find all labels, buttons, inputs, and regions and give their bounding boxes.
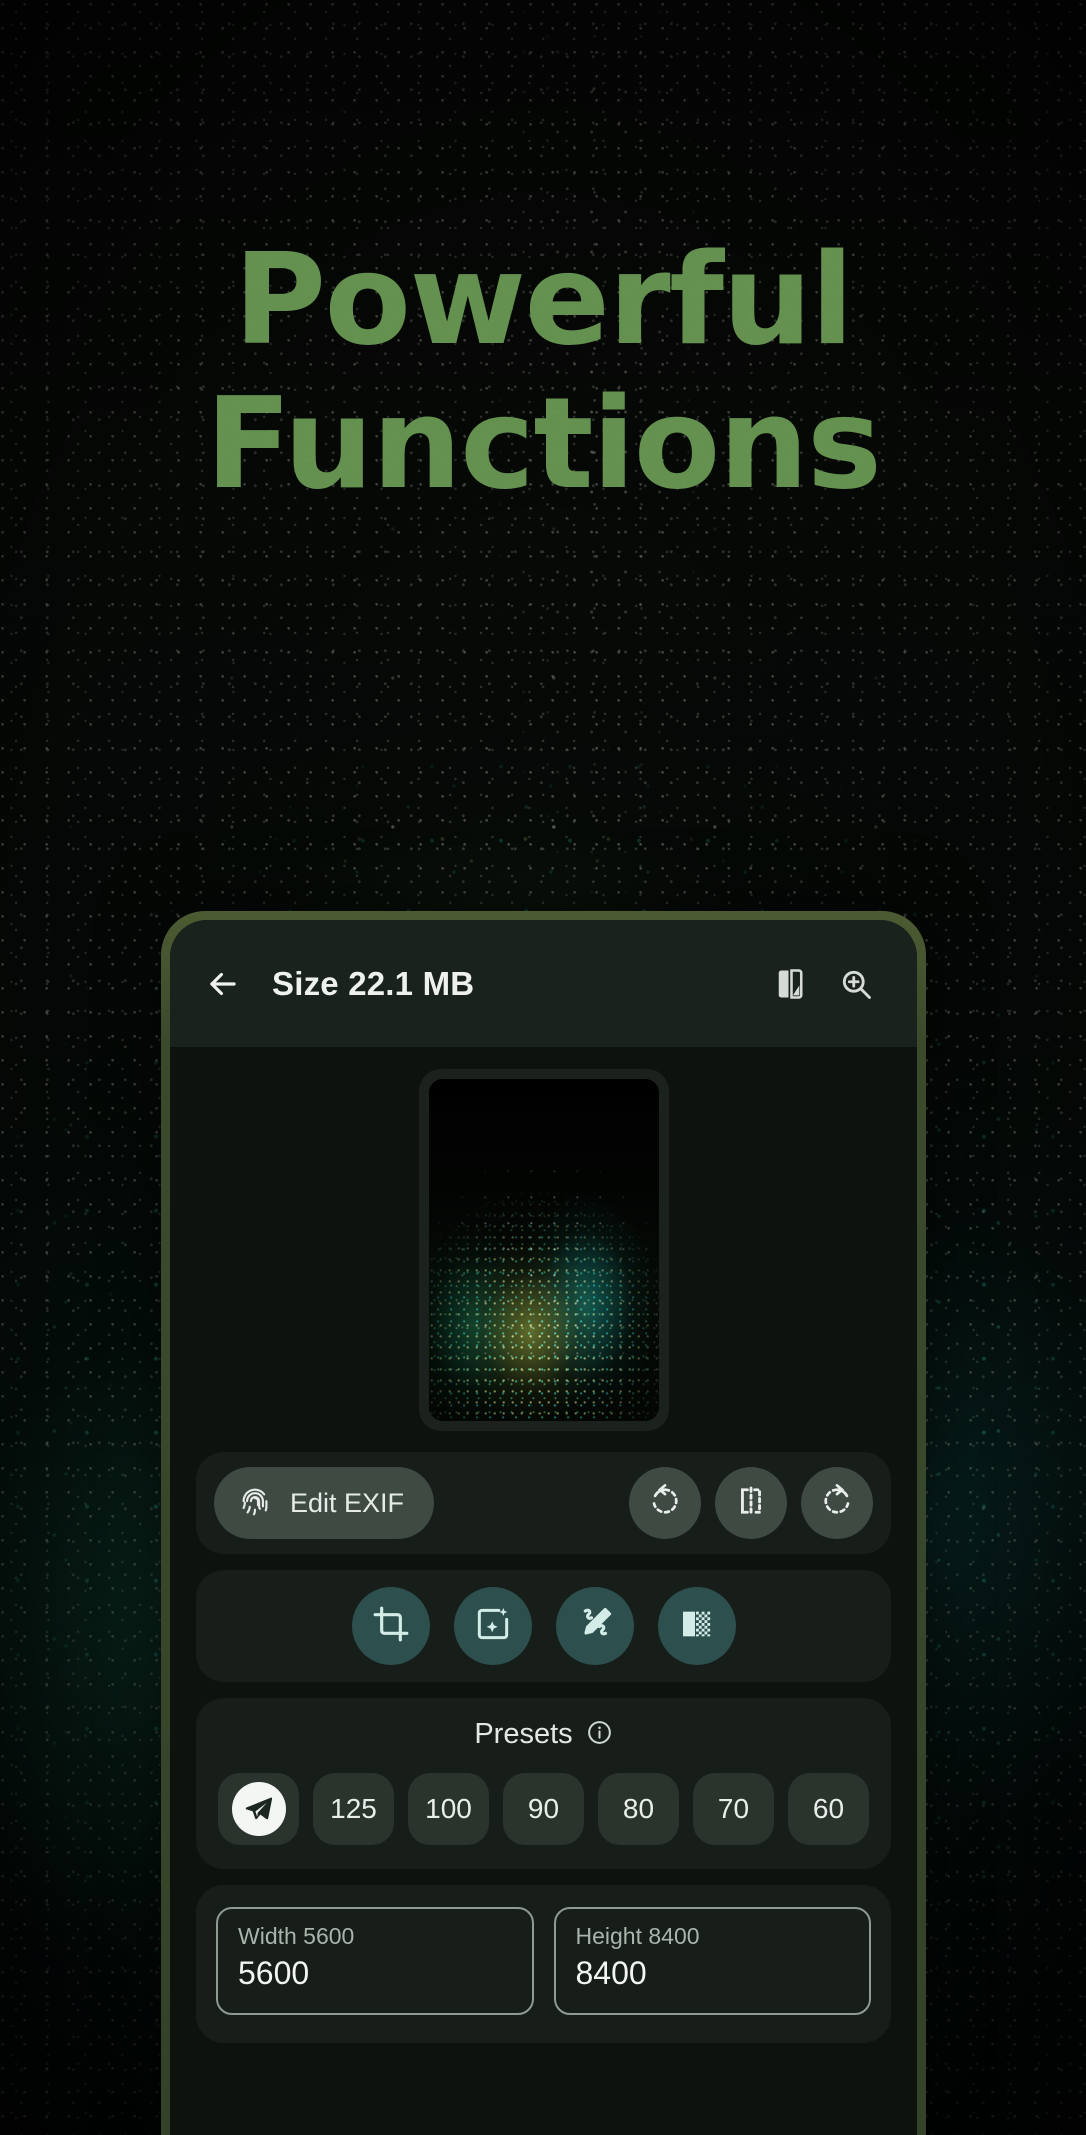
presets-panel: Presets 125 100 90 80 70 60 xyxy=(196,1698,891,1869)
zoom-in-icon xyxy=(838,966,874,1002)
preview-highlights xyxy=(428,1078,659,1421)
preset-chip[interactable]: 125 xyxy=(313,1773,394,1845)
preset-chip[interactable]: 70 xyxy=(693,1773,774,1845)
height-field-label: Height 8400 xyxy=(575,1923,700,1949)
draw-tool-button[interactable] xyxy=(555,1587,634,1665)
arrow-left-icon xyxy=(204,965,242,1003)
tool-row xyxy=(196,1570,891,1682)
preset-chip[interactable]: 90 xyxy=(503,1773,584,1845)
preview-card[interactable] xyxy=(418,1068,669,1431)
rotate-right-icon xyxy=(819,1483,855,1524)
width-field-label: Width 5600 xyxy=(238,1923,355,1949)
pencil-markup-icon xyxy=(575,1604,615,1649)
preset-telegram-button[interactable] xyxy=(218,1773,299,1845)
height-field[interactable]: Height 8400 8400 xyxy=(553,1907,871,2015)
enhance-tool-button[interactable] xyxy=(453,1587,532,1665)
rotate-left-button[interactable] xyxy=(629,1467,701,1539)
screenshot-stage: Powerful Functions Size 22.1 MB Edit EXI… xyxy=(0,0,1086,2135)
presets-header: Presets xyxy=(218,1718,869,1751)
phone-mockup: Size 22.1 MB Edit EXIF Presets 125 100 9… xyxy=(161,911,926,2135)
image-preview-thumbnail[interactable] xyxy=(428,1078,659,1421)
phone-screen: Size 22.1 MB Edit EXIF Presets 125 100 9… xyxy=(170,920,917,2135)
presets-title: Presets xyxy=(474,1718,573,1750)
crop-tool-button[interactable] xyxy=(351,1587,430,1665)
flip-horizontal-icon xyxy=(733,1483,769,1524)
size-fields: Width 5600 5600 Height 8400 8400 xyxy=(216,1907,871,2015)
magic-sparkle-frame-icon xyxy=(473,1604,513,1649)
transparency-tool-button[interactable] xyxy=(657,1587,736,1665)
width-field[interactable]: Width 5600 5600 xyxy=(216,1907,534,2015)
rotate-right-button[interactable] xyxy=(801,1467,873,1539)
compare-button[interactable] xyxy=(759,953,821,1015)
crop-icon xyxy=(371,1604,411,1649)
rotate-actions xyxy=(629,1467,873,1539)
height-field-value: 8400 xyxy=(575,1955,647,1992)
tools-panel xyxy=(196,1570,891,1682)
edit-exif-button[interactable]: Edit EXIF xyxy=(214,1467,435,1539)
app-content: Edit EXIF Presets 125 100 90 80 70 60 Wi… xyxy=(170,1047,917,2135)
preview-area xyxy=(196,1047,891,1452)
size-panel: Width 5600 5600 Height 8400 8400 xyxy=(196,1885,891,2043)
presets-list: 125 100 90 80 70 60 xyxy=(218,1773,869,1845)
preset-chip[interactable]: 80 xyxy=(598,1773,679,1845)
page-title: Size 22.1 MB xyxy=(272,964,475,1002)
zoom-button[interactable] xyxy=(825,953,887,1015)
fingerprint-icon xyxy=(236,1482,274,1525)
telegram-send-icon xyxy=(231,1782,286,1836)
back-button[interactable] xyxy=(192,953,254,1015)
rotate-left-icon xyxy=(647,1483,683,1524)
app-bar: Size 22.1 MB xyxy=(170,920,917,1047)
compare-split-icon xyxy=(772,966,808,1002)
checkerboard-fade-icon xyxy=(677,1604,717,1649)
info-icon[interactable] xyxy=(586,1719,613,1751)
preset-chip[interactable]: 100 xyxy=(408,1773,489,1845)
exif-row: Edit EXIF xyxy=(196,1452,891,1554)
flip-horizontal-button[interactable] xyxy=(715,1467,787,1539)
exif-panel: Edit EXIF xyxy=(196,1452,891,1554)
preset-chip[interactable]: 60 xyxy=(788,1773,869,1845)
width-field-value: 5600 xyxy=(238,1955,310,1992)
edit-exif-label: Edit EXIF xyxy=(290,1487,405,1518)
